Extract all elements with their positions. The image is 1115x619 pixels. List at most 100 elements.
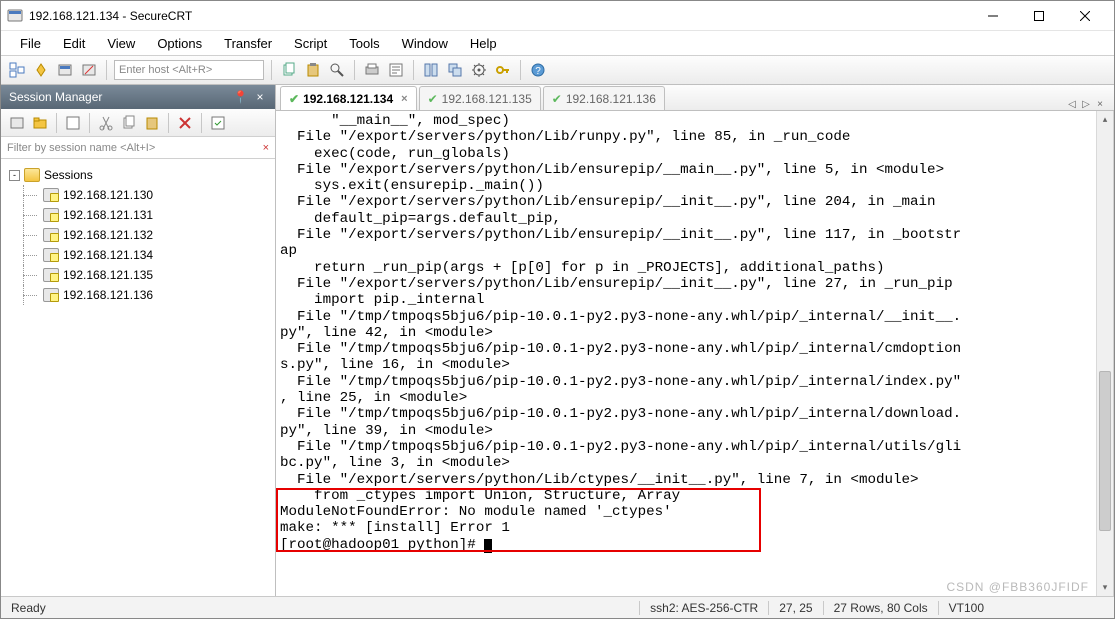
host-icon (43, 188, 59, 202)
panel-title-text: Session Manager (9, 90, 102, 104)
tree-node[interactable]: 192.168.121.131 (5, 205, 271, 225)
reconnect-icon[interactable] (79, 60, 99, 80)
menu-help[interactable]: Help (461, 33, 506, 54)
tree-node[interactable]: 192.168.121.132 (5, 225, 271, 245)
terminal[interactable]: "__main__", mod_spec) File "/export/serv… (276, 111, 1113, 596)
status-size: 27 Rows, 80 Cols (823, 601, 938, 615)
tab-label: 192.168.121.134 (303, 92, 393, 106)
statusbar: Ready ssh2: AES-256-CTR 27, 25 27 Rows, … (1, 596, 1114, 618)
titlebar: 192.168.121.134 - SecureCRT (1, 1, 1114, 31)
connected-icon: ✔ (552, 92, 562, 106)
tabbar: ✔ 192.168.121.134 × ✔ 192.168.121.135 ✔ … (276, 85, 1114, 111)
print-icon[interactable] (362, 60, 382, 80)
tree-node-label: 192.168.121.130 (63, 188, 153, 202)
tab-nav: ◁ ▷ × (1066, 99, 1110, 110)
copy-icon[interactable] (279, 60, 299, 80)
new-session-icon[interactable] (7, 113, 27, 133)
cut-icon[interactable] (96, 113, 116, 133)
session-toolbar (1, 109, 275, 137)
settings-icon[interactable] (469, 60, 489, 80)
window-title: 192.168.121.134 - SecureCRT (29, 9, 970, 23)
menu-view[interactable]: View (98, 33, 144, 54)
tab-label: 192.168.121.135 (442, 92, 532, 106)
tab[interactable]: ✔ 192.168.121.135 (419, 86, 541, 110)
tree-root-label: Sessions (44, 168, 93, 182)
pin-icon[interactable]: 📍 (233, 90, 247, 104)
tab-prev-icon[interactable]: ◁ (1066, 99, 1078, 110)
menu-tools[interactable]: Tools (340, 33, 388, 54)
content-area: ✔ 192.168.121.134 × ✔ 192.168.121.135 ✔ … (276, 85, 1114, 596)
tab-list-icon[interactable]: × (1094, 99, 1106, 110)
tab-label: 192.168.121.136 (566, 92, 656, 106)
connected-icon: ✔ (289, 92, 299, 106)
session-manager-icon[interactable] (7, 60, 27, 80)
tree-node[interactable]: 192.168.121.136 (5, 285, 271, 305)
terminal-scrollbar[interactable] (1096, 111, 1113, 596)
key-icon[interactable] (493, 60, 513, 80)
terminal-wrapper: "__main__", mod_spec) File "/export/serv… (276, 111, 1114, 596)
filter-input[interactable]: Filter by session name <Alt+I> × (1, 137, 275, 159)
menu-file[interactable]: File (11, 33, 50, 54)
tree-node-label: 192.168.121.131 (63, 208, 153, 222)
session-tree[interactable]: - Sessions 192.168.121.130 192.168.121.1… (1, 159, 275, 596)
app-icon (7, 8, 23, 24)
host-icon (43, 228, 59, 242)
session-manager-panel: Session Manager 📍 × Filter by session na… (1, 85, 276, 596)
menubar: File Edit View Options Transfer Script T… (1, 31, 1114, 55)
connected-icon: ✔ (428, 92, 438, 106)
status-termtype: VT100 (938, 601, 994, 615)
scrollbar-thumb[interactable] (1099, 371, 1111, 531)
main-toolbar: Enter host <Alt+R> ? (1, 55, 1114, 85)
filter-placeholder: Filter by session name <Alt+I> (7, 142, 155, 154)
connect-icon[interactable] (55, 60, 75, 80)
host-icon (43, 288, 59, 302)
paste-session-icon[interactable] (142, 113, 162, 133)
new-folder-icon[interactable] (30, 113, 50, 133)
panel-title: Session Manager 📍 × (1, 85, 275, 109)
delete-icon[interactable] (175, 113, 195, 133)
main-area: Session Manager 📍 × Filter by session na… (1, 85, 1114, 596)
tree-node-label: 192.168.121.136 (63, 288, 153, 302)
paste-icon[interactable] (303, 60, 323, 80)
folder-icon (24, 168, 40, 182)
tree-node[interactable]: 192.168.121.135 (5, 265, 271, 285)
host-icon (43, 248, 59, 262)
status-ready: Ready (1, 601, 56, 615)
help-icon[interactable]: ? (528, 60, 548, 80)
minimize-button[interactable] (970, 1, 1016, 31)
host-icon (43, 268, 59, 282)
tab-active[interactable]: ✔ 192.168.121.134 × (280, 86, 417, 110)
status-cursor: 27, 25 (768, 601, 822, 615)
tree-node-label: 192.168.121.132 (63, 228, 153, 242)
tile-icon[interactable] (421, 60, 441, 80)
tree-root[interactable]: - Sessions (5, 165, 271, 185)
menu-transfer[interactable]: Transfer (215, 33, 281, 54)
close-button[interactable] (1062, 1, 1108, 31)
tree-node-label: 192.168.121.134 (63, 248, 153, 262)
find-icon[interactable] (327, 60, 347, 80)
tree-node-label: 192.168.121.135 (63, 268, 153, 282)
status-cipher: ssh2: AES-256-CTR (639, 601, 768, 615)
collapse-icon[interactable]: - (9, 170, 20, 181)
maximize-button[interactable] (1016, 1, 1062, 31)
tab-next-icon[interactable]: ▷ (1080, 99, 1092, 110)
host-icon (43, 208, 59, 222)
menu-edit[interactable]: Edit (54, 33, 94, 54)
cascade-icon[interactable] (445, 60, 465, 80)
tree-node[interactable]: 192.168.121.134 (5, 245, 271, 265)
options-icon[interactable] (208, 113, 228, 133)
menu-window[interactable]: Window (393, 33, 457, 54)
quick-connect-icon[interactable] (31, 60, 51, 80)
panel-close-icon[interactable]: × (253, 90, 267, 104)
properties-icon[interactable] (386, 60, 406, 80)
tab-close-icon[interactable]: × (401, 93, 407, 105)
tab[interactable]: ✔ 192.168.121.136 (543, 86, 665, 110)
session-properties-icon[interactable] (63, 113, 83, 133)
host-input[interactable]: Enter host <Alt+R> (114, 60, 264, 80)
tree-node[interactable]: 192.168.121.130 (5, 185, 271, 205)
copy-session-icon[interactable] (119, 113, 139, 133)
svg-text:?: ? (535, 66, 541, 77)
clear-filter-icon[interactable]: × (263, 142, 269, 154)
menu-script[interactable]: Script (285, 33, 336, 54)
menu-options[interactable]: Options (148, 33, 211, 54)
